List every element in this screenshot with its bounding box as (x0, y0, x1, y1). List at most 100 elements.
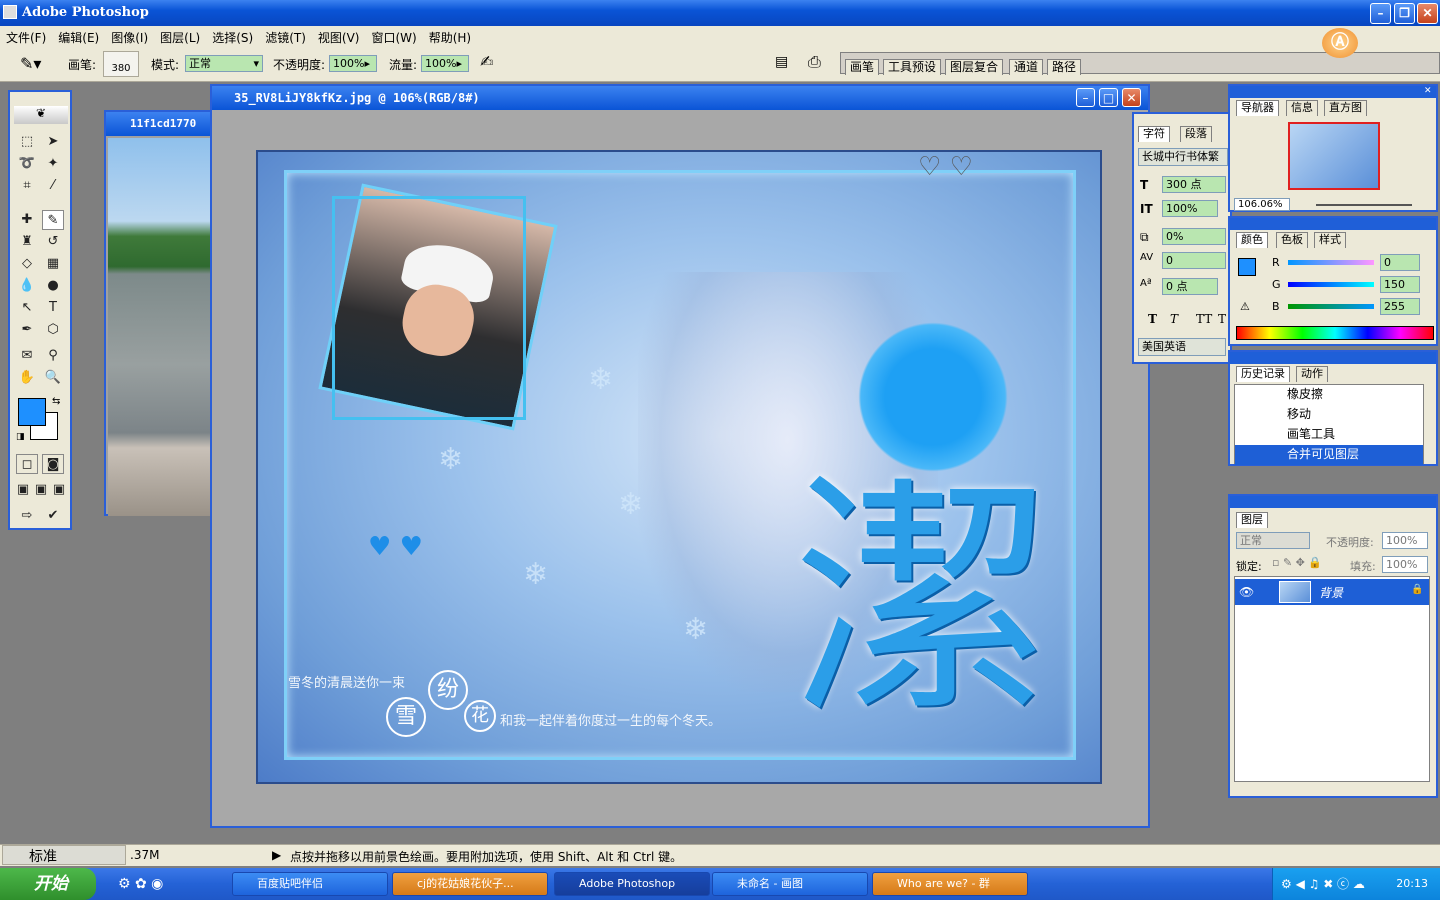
quick-mask-icon[interactable]: ◙ (42, 454, 64, 474)
history-item[interactable]: 橡皮擦 (1235, 385, 1423, 405)
blur-tool-icon[interactable]: 💧 (16, 276, 38, 296)
visibility-eye-icon[interactable]: 👁 (1239, 585, 1254, 599)
tab-character[interactable]: 字符 (1138, 126, 1170, 142)
menu-image[interactable]: 图像(I) (105, 26, 154, 46)
jump-to-imageready-icon[interactable]: ⇨ (16, 506, 38, 526)
adobe-online-icon[interactable]: Ⓐ (1322, 28, 1358, 58)
color-fg-swatch[interactable] (1238, 258, 1256, 276)
crop-tool-icon[interactable]: ⌗ (16, 176, 38, 196)
red-slider[interactable] (1288, 260, 1374, 265)
standard-mode-icon[interactable]: ◻ (16, 454, 38, 474)
all-caps-button[interactable]: TT (1196, 312, 1212, 326)
flow-field[interactable]: 100%▸ (421, 55, 469, 72)
task-baidu-tieba[interactable]: 百度贴吧伴侣 (232, 872, 388, 896)
doc-minimize-button[interactable]: – (1076, 88, 1095, 107)
type-tool-icon[interactable]: T (42, 298, 64, 318)
navigator-thumbnail[interactable] (1288, 122, 1380, 190)
notes-tool-icon[interactable]: ✉ (16, 346, 38, 366)
zoom-tool-icon[interactable]: 🔍 (42, 368, 64, 388)
menu-filter[interactable]: 滤镜(T) (259, 26, 312, 46)
healing-brush-icon[interactable]: ✚ (16, 210, 38, 230)
vertical-scale-field[interactable]: 100% (1162, 200, 1218, 217)
task-chat-window[interactable]: cj的花姑娘花伙子... (392, 872, 548, 896)
clone-stamp-icon[interactable]: ♜ (16, 232, 38, 252)
layer-opacity-field[interactable]: 100% (1382, 532, 1428, 549)
background-document-window[interactable]: 11f1cd1770 (104, 110, 216, 516)
lasso-tool-icon[interactable]: ➰ (16, 154, 38, 174)
history-item[interactable]: 移动 (1235, 405, 1423, 425)
tab-swatches[interactable]: 色板 (1276, 232, 1308, 248)
task-paint[interactable]: 未命名 - 画图 (712, 872, 868, 896)
faux-bold-button[interactable]: T (1148, 312, 1157, 326)
menu-view[interactable]: 视图(V) (312, 26, 366, 46)
hand-tool-icon[interactable]: ✋ (16, 368, 38, 388)
feather-icon[interactable]: ❦ (14, 106, 68, 124)
history-item-selected[interactable]: 合并可见图层 (1235, 445, 1423, 465)
imageready-icon[interactable]: ✔ (42, 506, 64, 526)
tab-actions[interactable]: 动作 (1296, 366, 1328, 382)
tracking-field[interactable]: 0% (1162, 228, 1226, 245)
canvas-artwork[interactable]: 潔 ❄ ❄ ❄ ❄ ❄ ♥ ♥ 雪冬的清晨送你一束 雪 纷 花 和我一起伴着你度… (256, 150, 1102, 784)
palette-icon[interactable]: ⎙ (808, 52, 821, 72)
gradient-icon[interactable]: ▦ (42, 254, 64, 274)
default-colors-icon[interactable]: ◨ (16, 432, 25, 442)
dodge-tool-icon[interactable]: ● (42, 276, 64, 296)
fill-field[interactable]: 100% (1382, 556, 1428, 573)
kerning-field[interactable]: 0 (1162, 252, 1226, 269)
start-button[interactable]: 开始 (0, 868, 96, 900)
restore-button[interactable]: ❐ (1394, 3, 1415, 24)
tab-info[interactable]: 信息 (1286, 100, 1318, 116)
tab-paragraph[interactable]: 段落 (1180, 126, 1212, 142)
tab-layers[interactable]: 图层 (1236, 512, 1268, 528)
blend-mode-select[interactable]: 正常 (1236, 532, 1310, 549)
doc-close-button[interactable]: ✕ (1122, 88, 1141, 107)
file-browser-icon[interactable]: ▤ (775, 54, 788, 70)
task-photoshop[interactable]: Adobe Photoshop (554, 872, 710, 896)
pen-tool-icon[interactable]: ✒ (16, 320, 38, 340)
magic-wand-icon[interactable]: ✦ (42, 154, 64, 174)
ime-bar[interactable]: 标准 (2, 845, 126, 865)
menu-select[interactable]: 选择(S) (206, 26, 259, 46)
zoom-slider[interactable] (1316, 204, 1412, 206)
swap-colors-icon[interactable]: ⇆ (52, 396, 60, 407)
language-select[interactable]: 美国英语 (1138, 338, 1226, 356)
history-brush-icon[interactable]: ↺ (42, 232, 64, 252)
blue-slider[interactable] (1288, 304, 1374, 309)
faux-italic-button[interactable]: T (1170, 312, 1178, 326)
menu-file[interactable]: 文件(F) (0, 26, 52, 46)
tab-color[interactable]: 颜色 (1236, 232, 1268, 248)
history-item[interactable]: 画笔工具 (1235, 425, 1423, 445)
brush-picker[interactable]: 380 (103, 51, 139, 77)
minimize-button[interactable]: – (1370, 3, 1391, 24)
small-caps-button[interactable]: T (1218, 312, 1226, 326)
menu-layer[interactable]: 图层(L) (154, 26, 206, 46)
opacity-field[interactable]: 100%▸ (329, 55, 377, 72)
well-tab-paths[interactable]: 路径 (1047, 59, 1082, 75)
well-tab-channels[interactable]: 通道 (1009, 59, 1044, 75)
tray-icons[interactable]: ⚙ ◀ ♫ ✖ ⓒ ☁ (1281, 868, 1365, 900)
tab-styles[interactable]: 样式 (1314, 232, 1346, 248)
layer-row-background[interactable]: 👁 背景 🔒 (1235, 579, 1429, 605)
blue-field[interactable]: 255 (1380, 298, 1420, 315)
eyedropper-icon[interactable]: ⚲ (42, 346, 64, 366)
green-slider[interactable] (1288, 282, 1374, 287)
well-tab-layer-comps[interactable]: 图层复合 (945, 59, 1004, 75)
slice-tool-icon[interactable]: ⁄ (42, 176, 64, 196)
eraser-icon[interactable]: ◇ (16, 254, 38, 274)
baseline-field[interactable]: 0 点 (1162, 278, 1218, 295)
mode-select[interactable]: 正常 ▾ (185, 55, 263, 72)
green-field[interactable]: 150 (1380, 276, 1420, 293)
task-qq-group[interactable]: Who are we? - 群 (872, 872, 1028, 896)
screen-mode-3-icon[interactable]: ▣ (50, 480, 68, 500)
screen-mode-1-icon[interactable]: ▣ (14, 480, 32, 500)
tab-navigator[interactable]: 导航器 (1236, 100, 1279, 116)
marquee-tool-icon[interactable]: ⬚ (16, 132, 38, 152)
move-tool-icon[interactable]: ➤ (42, 132, 64, 152)
menu-edit[interactable]: 编辑(E) (52, 26, 105, 46)
well-tab-brushes[interactable]: 画笔 (845, 59, 880, 75)
well-tab-tool-presets[interactable]: 工具预设 (883, 59, 942, 75)
status-arrow-icon[interactable]: ▶ (272, 848, 281, 862)
red-field[interactable]: 0 (1380, 254, 1420, 271)
path-select-icon[interactable]: ↖ (16, 298, 38, 318)
lock-icons[interactable]: ▫ ✎ ✥ 🔒 (1272, 556, 1322, 569)
